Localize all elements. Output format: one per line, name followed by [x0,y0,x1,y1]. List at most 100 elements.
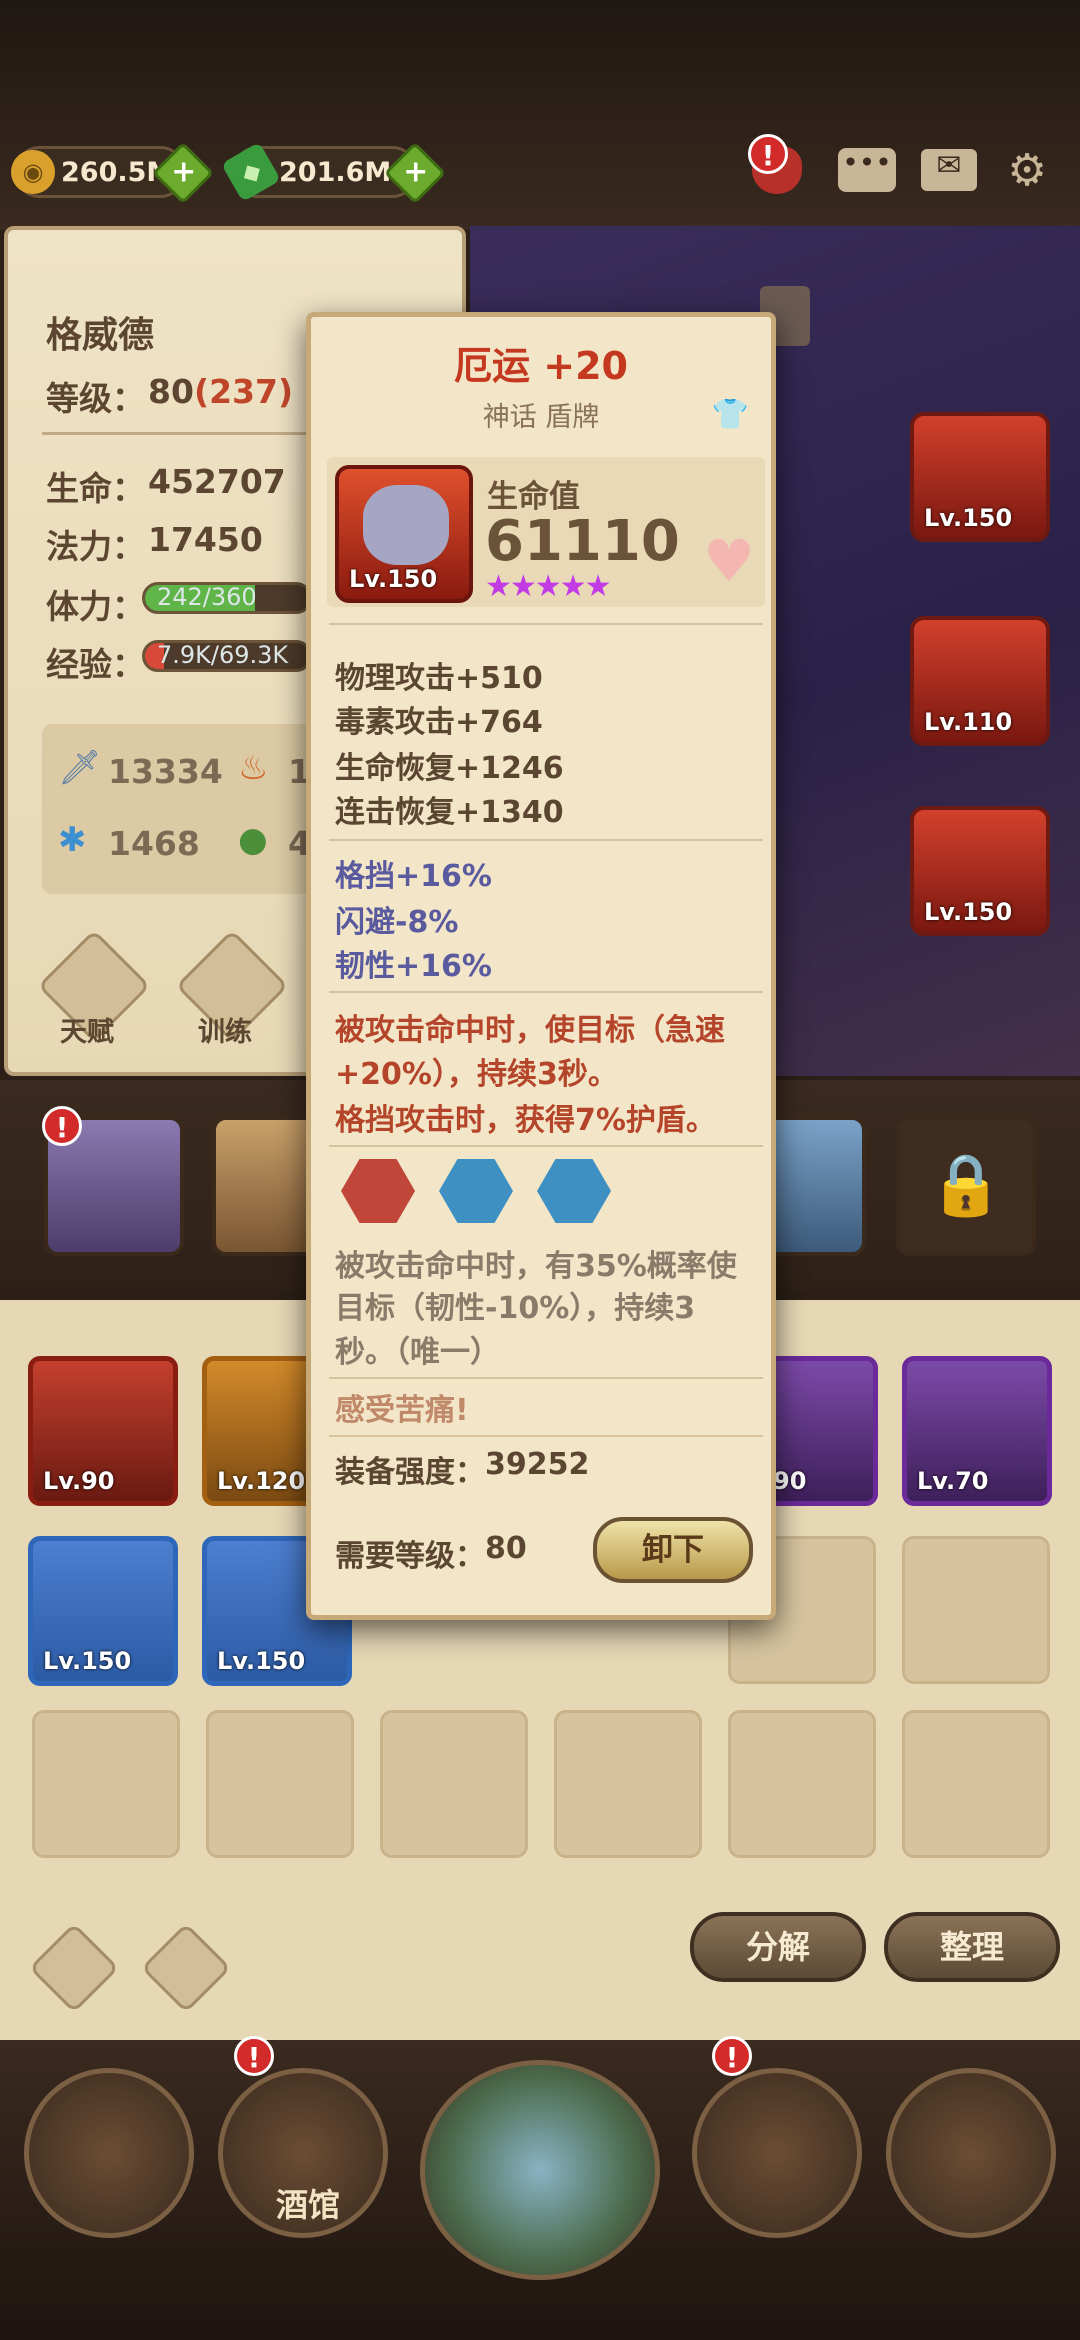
heart-icon: ♥ [703,527,755,595]
divider [329,1435,763,1437]
sword-icon: 🗡 [58,748,102,788]
bottom-nav: 酒馆 ! ! [0,2036,1080,2340]
ice-icon: ✱ [58,820,87,860]
sort-button[interactable]: 整理 [884,1912,1060,1982]
bonus-stat: 格挡+16% [335,859,492,894]
effect-text: +20%），持续3秒。 [335,1057,618,1092]
flavor-text: 感受苦痛! [335,1393,469,1428]
level-label: 等级： [46,379,145,418]
gem-amount: 201.6M [279,156,392,188]
exp-text: 7.9K/69.3K [157,641,289,669]
shirt-icon: 👕 [711,397,749,432]
empty-slot[interactable] [554,1710,702,1858]
add-gem-button[interactable]: + [383,141,447,205]
top-bar: ◉ 260.5M + ◆ 201.6M + ! ••• ✉ ⚙ [0,0,1080,230]
required-level-label: 需要等级： [335,1539,485,1574]
tavern-alert-badge: ! [234,2036,274,2076]
empty-slot[interactable] [380,1710,528,1858]
inventory-item[interactable]: Lv.70 [902,1356,1052,1506]
equip-slot-armor[interactable]: Lv.110 [910,616,1050,746]
nav-home[interactable] [24,2068,194,2238]
talent-label: 天赋 [60,1017,114,1048]
fire-icon: ♨ [238,748,269,788]
stat-line: 生命恢复+1246 [335,751,564,786]
nav-forge[interactable] [886,2068,1056,2238]
chat-icon[interactable]: ••• [836,142,898,198]
unequip-button[interactable]: 卸下 [593,1517,753,1583]
tavern-label: 酒馆 [275,2186,340,2224]
required-level-value: 80 [485,1531,527,1566]
empty-slot[interactable] [902,1536,1050,1684]
filter-item-button[interactable] [140,1922,232,2014]
level-extra: (237) [194,372,294,411]
hp-value: 452707 [148,462,286,501]
divider [329,623,763,625]
decompose-button[interactable]: 分解 [690,1912,866,1982]
set-text: 被攻击命中时，有35%概率使 [335,1249,737,1284]
train-label: 训练 [198,1017,252,1048]
item-subtitle: 神话 盾牌 [482,402,600,433]
item-title: 厄运 +20 [454,344,628,388]
set-text: 目标（韧性-10%），持续3 [335,1291,696,1326]
socket-gem-red-icon [341,1159,415,1223]
equip-slot-skull[interactable]: Lv.150 [910,806,1050,936]
empty-slot[interactable] [728,1710,876,1858]
effect-text: 被攻击命中时，使目标（急速 [335,1013,725,1048]
divider [329,839,763,841]
level-value: 80 [148,372,194,411]
item-icon: Lv.150 [335,465,473,603]
nav-shop[interactable] [692,2068,862,2238]
stat-line: 物理攻击+510 [335,661,543,696]
power-label: 装备强度： [335,1455,485,1490]
divider [329,1145,763,1147]
bonus-stat: 闪避-8% [335,905,459,940]
divider [329,1377,763,1379]
star-rating: ★★★★★ [485,569,611,604]
attribute-box: 🗡 13334 ♨ 1 ✱ 1468 ● 4 [42,724,312,894]
mp-value: 17450 [148,520,263,559]
divider [329,991,763,993]
divider [42,432,342,435]
power-value: 39252 [485,1447,590,1482]
equip-slot-shield[interactable]: Lv.150 [910,412,1050,542]
stamina-text: 242/360 [157,583,257,611]
empty-slot[interactable] [206,1710,354,1858]
empty-slot[interactable] [902,1710,1050,1858]
stat-line: 毒素攻击+764 [335,705,543,740]
green-gem-icon: ◆ [220,141,282,203]
item-level: Lv.150 [349,565,438,593]
settings-gear-icon[interactable]: ⚙ [996,142,1058,198]
inventory-item[interactable]: Lv.90 [28,1356,178,1506]
exp-label: 经验： [46,645,145,684]
lock-icon: 🔒 [928,1150,1004,1220]
skull-shield-icon [363,485,449,565]
alert-badge: ! [748,134,788,174]
socket-gem-blue-icon [439,1159,513,1223]
set-text: 秒。（唯一） [335,1335,500,1370]
equipment-tooltip: 厄运 +20 神话 盾牌 👕 Lv.150 生命值 61110 ★★★★★ ♥ … [306,312,776,1620]
hp-label: 生命： [46,469,145,508]
stat-line: 连击恢复+1340 [335,795,564,830]
mail-icon[interactable]: ✉ [918,142,980,198]
stamina-label: 体力： [46,587,145,626]
effect-text: 格挡攻击时，获得7%护盾。 [335,1103,716,1138]
mp-label: 法力： [46,527,145,566]
locked-hero-slot: 🔒 [896,1116,1036,1256]
attack-stat: 13334 [108,752,223,791]
empty-slot[interactable] [32,1710,180,1858]
main-stat-panel: Lv.150 生命值 61110 ★★★★★ ♥ [327,457,765,607]
exp-bar: 7.9K/69.3K [142,640,312,672]
add-gold-button[interactable]: + [151,141,215,205]
nav-adventure[interactable] [420,2060,660,2280]
filter-armor-button[interactable] [28,1922,120,2014]
gem-counter: ◆ 201.6M + [220,141,447,205]
main-stat-value: 61110 [485,509,680,574]
gold-coin-icon: ◉ [11,150,55,194]
shop-alert-badge: ! [712,2036,752,2076]
socket-gem-blue-icon [537,1159,611,1223]
stamina-bar: 242/360 [142,582,312,614]
bonus-stat: 韧性+16% [335,949,492,984]
ice-stat: 1468 [108,824,200,863]
hero-alert-badge: ! [42,1106,82,1146]
inventory-item[interactable]: Lv.150 [28,1536,178,1686]
